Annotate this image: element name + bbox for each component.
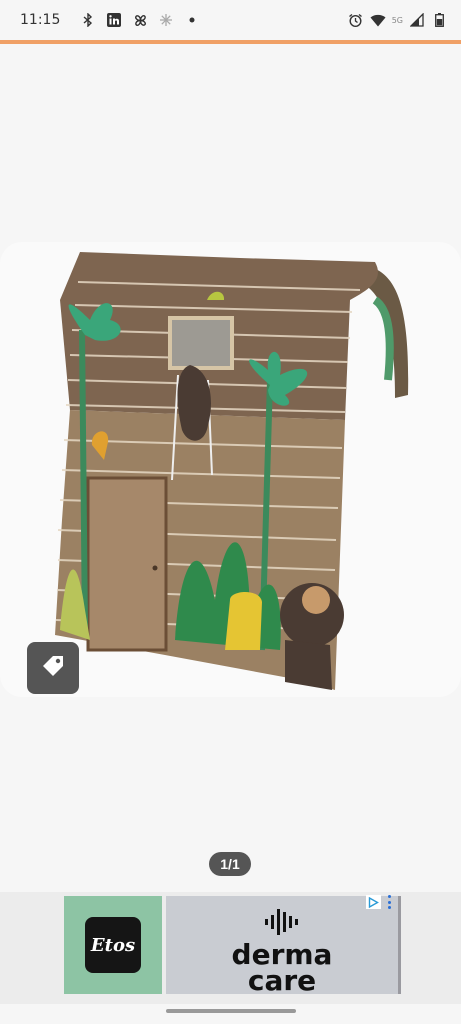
product-photo[interactable] [0, 242, 461, 697]
wifi-icon [370, 12, 386, 28]
ad-right-edge [398, 896, 401, 994]
ad-left-panel[interactable]: Etos [64, 896, 162, 994]
loading-progress-fill [0, 40, 461, 44]
loading-progress-bar [0, 40, 461, 44]
etos-logo: Etos [85, 917, 141, 973]
dot-icon [184, 12, 200, 28]
bed-tent-illustration [55, 252, 409, 690]
ad-right-panel[interactable]: derma care [166, 896, 398, 994]
image-pager: 1/1 [209, 852, 251, 876]
linkedin-icon [106, 12, 122, 28]
snowflake-icon [158, 12, 174, 28]
ad-menu-dots-icon[interactable] [387, 895, 392, 909]
pinwheel-icon [132, 12, 148, 28]
system-icons: 5G [348, 12, 447, 28]
soundwave-icon [264, 907, 300, 942]
bluetooth-icon [80, 12, 96, 28]
price-tag-icon [38, 651, 68, 686]
adchoices-icon[interactable] [366, 895, 381, 909]
battery-icon [431, 12, 447, 28]
gesture-nav-handle[interactable] [166, 1009, 296, 1013]
etos-logo-text: Etos [90, 934, 136, 956]
notification-icons [80, 12, 347, 28]
signal-icon [409, 12, 425, 28]
derma-text-line2: care [247, 963, 317, 997]
status-bar: 11:15 5G [0, 0, 461, 40]
status-time: 11:15 [20, 12, 61, 28]
adchoices-controls [366, 895, 392, 909]
alarm-icon [348, 12, 364, 28]
network-type-label: 5G [391, 15, 403, 25]
tag-button[interactable] [27, 642, 79, 694]
